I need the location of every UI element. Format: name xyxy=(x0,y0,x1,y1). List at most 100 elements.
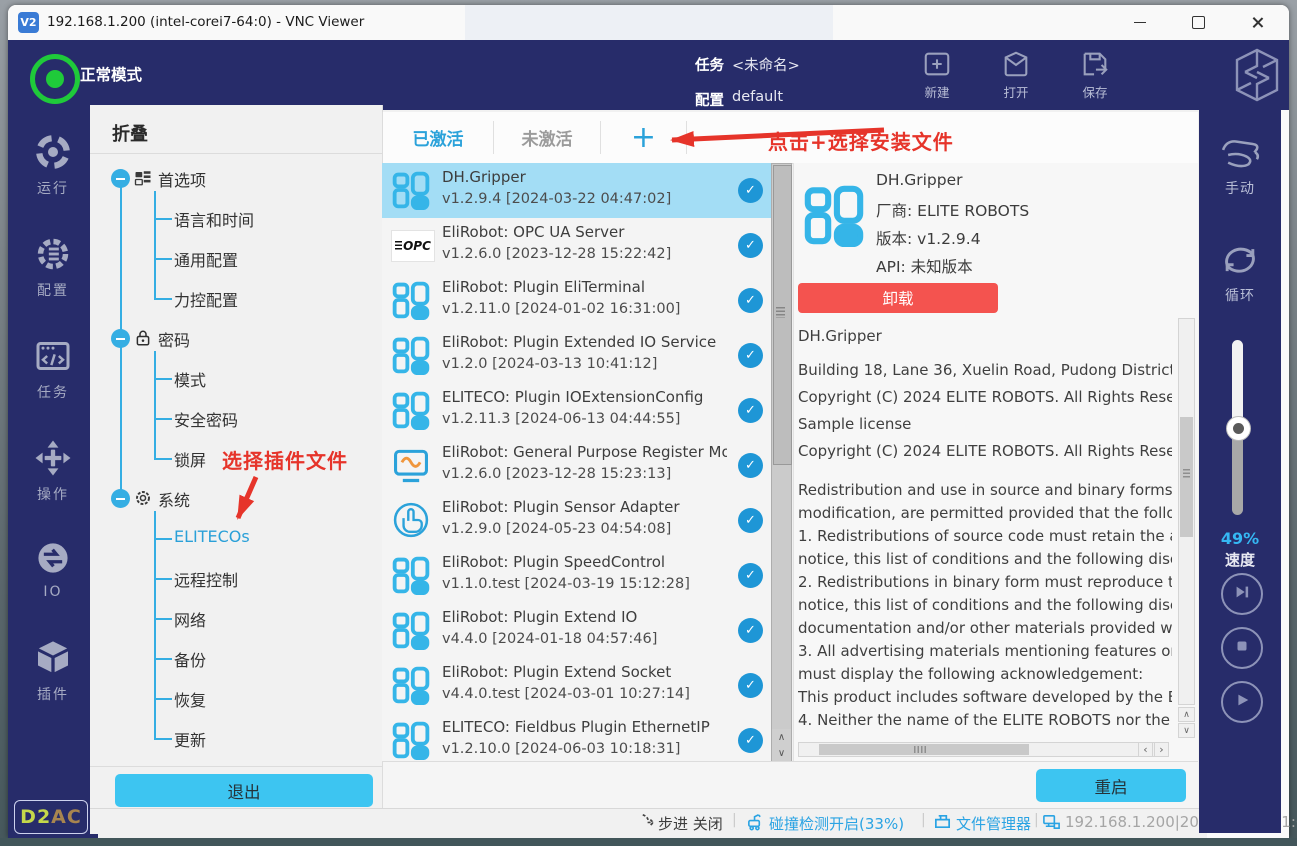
uninstall-button[interactable]: 卸载 xyxy=(798,283,998,313)
step-status[interactable]: 步进 关闭 xyxy=(658,813,723,834)
tree-item-leaf[interactable]: 通用配置 xyxy=(174,247,238,271)
scroll-up-button[interactable]: ∧ xyxy=(1178,707,1195,722)
activated-check-icon[interactable]: ✓ xyxy=(738,563,763,588)
d2ac-badge[interactable]: D2AC xyxy=(14,800,88,834)
loop-mode-button[interactable]: 循环 xyxy=(1199,240,1281,305)
license-line: 1. Redistributions of source code must r… xyxy=(798,525,1172,548)
tree-collapse-node[interactable] xyxy=(111,169,130,188)
tab-deactivated[interactable]: 未激活 xyxy=(494,112,600,163)
blocks-icon xyxy=(391,335,431,375)
task-value[interactable]: <未命名> xyxy=(732,54,800,75)
tree-item-leaf[interactable]: 网络 xyxy=(174,607,206,631)
plugin-version: v1.2.6.0 [2023-12-28 15:22:42] xyxy=(442,246,727,262)
plugin-list-item[interactable]: EliRobot: Plugin Extend IO v4.4.0 [2024-… xyxy=(382,603,771,658)
add-plugin-button[interactable]: + xyxy=(601,112,686,163)
sidebar-item-run[interactable]: 运行 xyxy=(8,132,98,198)
detail-vscrollbar[interactable] xyxy=(1178,318,1195,705)
sidebar-item-plugin[interactable]: 插件 xyxy=(8,638,98,704)
tree-item-leaf[interactable]: 语言和时间 xyxy=(174,207,254,231)
tree-line xyxy=(154,298,172,300)
tree-collapse-node[interactable] xyxy=(111,489,130,508)
sidebar-item-jog[interactable]: 操作 xyxy=(8,438,98,504)
plugin-list-item[interactable]: OPC EliRobot: OPC UA Server v1.2.6.0 [20… xyxy=(382,218,771,273)
sidebar-item-task[interactable]: 任务 xyxy=(8,336,98,402)
action-label: 新建 xyxy=(924,82,949,101)
tree-group-label[interactable]: 密码 xyxy=(158,327,190,351)
scroll-down-button[interactable]: ∨ xyxy=(1178,723,1195,738)
tree-item-leaf[interactable]: 远程控制 xyxy=(174,567,238,591)
config-value[interactable]: default xyxy=(732,89,783,105)
detail-hscrollbar[interactable] xyxy=(798,742,1168,757)
sidebar-item-config[interactable]: 配置 xyxy=(8,234,98,300)
scroll-right-button[interactable]: › xyxy=(1154,742,1169,757)
sidebar-item-io[interactable]: IO xyxy=(8,538,98,600)
speed-slider-knob[interactable] xyxy=(1226,416,1251,441)
tree-item-leaf[interactable]: 更新 xyxy=(174,727,206,751)
scroll-left-button[interactable]: ‹ xyxy=(1138,742,1153,757)
scroll-down-button[interactable]: ∨ xyxy=(772,745,791,761)
tab-activated[interactable]: 已激活 xyxy=(383,112,493,163)
new-file-icon xyxy=(922,49,952,79)
open-button[interactable]: 打开 xyxy=(985,46,1047,106)
activated-check-icon[interactable]: ✓ xyxy=(738,618,763,643)
plugin-list-item[interactable]: ELITECO: Fieldbus Plugin EthernetIP v1.2… xyxy=(382,713,771,762)
activated-check-icon[interactable]: ✓ xyxy=(738,453,763,478)
blocks-icon xyxy=(391,720,431,760)
mode-label: 正常模式 xyxy=(80,63,142,85)
collision-status[interactable]: 碰撞检测开启(33%) xyxy=(769,813,904,834)
tree-line xyxy=(154,618,172,620)
file-manager-link[interactable]: 文件管理器 xyxy=(956,813,1031,834)
activated-check-icon[interactable]: ✓ xyxy=(738,398,763,423)
save-button[interactable]: 保存 xyxy=(1064,46,1126,106)
tree-item-leaf[interactable]: 备份 xyxy=(174,647,206,671)
plugin-list-item[interactable]: EliRobot: Plugin Extended IO Service v1.… xyxy=(382,328,771,383)
tree-item-leaf[interactable]: 模式 xyxy=(174,367,206,391)
tree-group-label[interactable]: 系统 xyxy=(158,487,190,511)
tree-item-selected[interactable]: ELITECOs xyxy=(174,527,250,546)
tree-collapse-header[interactable]: 折叠 xyxy=(112,120,148,146)
scroll-up-button[interactable]: ∧ xyxy=(772,729,791,745)
tree-line xyxy=(154,191,156,298)
plugin-list-item[interactable]: EliRobot: Plugin EliTerminal v1.2.11.0 [… xyxy=(382,273,771,328)
tree-item-leaf[interactable]: 锁屏 xyxy=(174,447,206,471)
tree-group-label[interactable]: 首选项 xyxy=(158,167,206,191)
activated-check-icon[interactable]: ✓ xyxy=(738,508,763,533)
activated-check-icon[interactable]: ✓ xyxy=(738,673,763,698)
maximize-button[interactable] xyxy=(1175,5,1221,39)
tree-item-leaf[interactable]: 力控配置 xyxy=(174,287,238,311)
tree-item-leaf[interactable]: 安全密码 xyxy=(174,407,238,431)
divider: | xyxy=(732,812,737,828)
tree-line xyxy=(154,218,172,220)
play-button[interactable] xyxy=(1221,681,1263,723)
plugin-version: v1.2.9.0 [2024-05-23 04:54:08] xyxy=(442,521,727,537)
detail-vendor: 厂商: ELITE ROBOTS xyxy=(876,199,1029,221)
exit-button[interactable]: 退出 xyxy=(115,774,373,807)
plugin-list-item[interactable]: EliRobot: Plugin Extend Socket v4.4.0.te… xyxy=(382,658,771,713)
new-button[interactable]: 新建 xyxy=(906,46,968,106)
step-forward-button[interactable] xyxy=(1221,573,1263,615)
activated-check-icon[interactable]: ✓ xyxy=(738,728,763,753)
close-button[interactable] xyxy=(1234,5,1280,39)
manual-mode-button[interactable]: 手动 xyxy=(1199,133,1281,198)
robot-status-indicator[interactable] xyxy=(30,54,80,104)
tree-collapse-node[interactable] xyxy=(111,329,130,348)
stop-button[interactable] xyxy=(1221,627,1263,669)
plugin-list-item[interactable]: EliRobot: Plugin Sensor Adapter v1.2.9.0… xyxy=(382,493,771,548)
activated-check-icon[interactable]: ✓ xyxy=(738,343,763,368)
restart-button[interactable]: 重启 xyxy=(1036,769,1186,802)
nav-label: 操作 xyxy=(37,484,69,504)
plugin-list-scrollbar[interactable]: ∧ ∨ xyxy=(771,163,792,762)
minimize-button[interactable] xyxy=(1117,5,1163,39)
file-manager-icon xyxy=(933,812,952,831)
tree-item-leaf[interactable]: 恢复 xyxy=(174,687,206,711)
plugin-list-item[interactable]: DH.Gripper v1.2.9.4 [2024-03-22 04:47:02… xyxy=(382,163,771,218)
license-line: notice, this list of conditions and the … xyxy=(798,594,1172,617)
plugin-list-item[interactable]: ELITECO: Plugin IOExtensionConfig v1.2.1… xyxy=(382,383,771,438)
plugin-list-item[interactable]: EliRobot: Plugin SpeedControl v1.1.0.tes… xyxy=(382,548,771,603)
activated-check-icon[interactable]: ✓ xyxy=(738,233,763,258)
opc-logo-icon: OPC xyxy=(391,225,431,265)
activated-check-icon[interactable]: ✓ xyxy=(738,288,763,313)
plugin-list-item[interactable]: EliRobot: General Purpose Register Monit… xyxy=(382,438,771,493)
desktop-edge xyxy=(0,838,1297,846)
activated-check-icon[interactable]: ✓ xyxy=(738,178,763,203)
